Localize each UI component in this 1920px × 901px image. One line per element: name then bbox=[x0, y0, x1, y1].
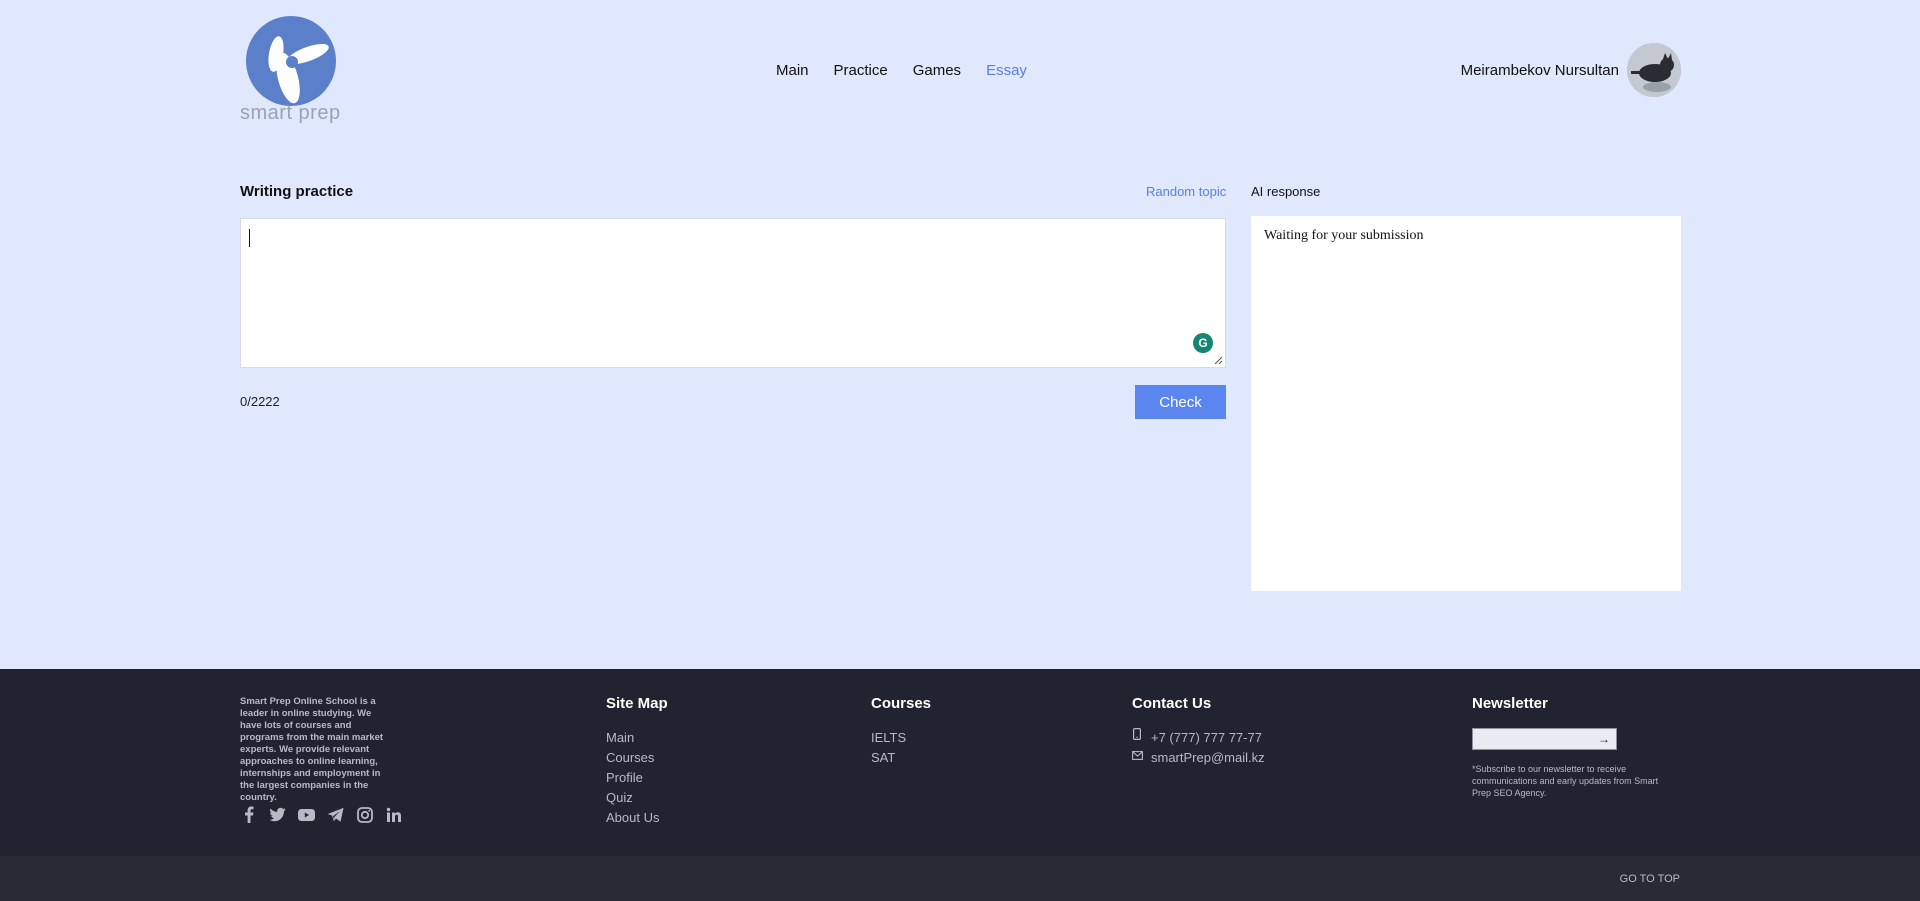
footer-bottom-bar: GO TO TOP bbox=[0, 856, 1920, 901]
footer: Smart Prep Online School is a leader in … bbox=[0, 669, 1920, 856]
nav-main[interactable]: Main bbox=[776, 62, 809, 79]
newsletter-email-input[interactable] bbox=[1473, 729, 1592, 749]
footer-newsletter: Newsletter → *Subscribe to our newslette… bbox=[1472, 695, 1677, 799]
sitemap-link-main[interactable]: Main bbox=[606, 728, 668, 748]
main-nav: Main Practice Games Essay bbox=[776, 62, 1027, 79]
telegram-icon[interactable] bbox=[327, 806, 344, 823]
sitemap-title: Site Map bbox=[606, 695, 668, 712]
writing-practice-title: Writing practice bbox=[240, 183, 354, 200]
ai-response-text: Waiting for your submission bbox=[1264, 228, 1424, 243]
nav-practice[interactable]: Practice bbox=[834, 62, 888, 79]
ai-response-title: AI response bbox=[1251, 184, 1321, 199]
user-profile[interactable]: Meirambekov Nursultan bbox=[1461, 43, 1681, 97]
logo-text: smart prep bbox=[240, 102, 341, 124]
course-link-sat[interactable]: SAT bbox=[871, 748, 931, 768]
nav-essay[interactable]: Essay bbox=[986, 62, 1027, 79]
sitemap-link-courses[interactable]: Courses bbox=[606, 748, 668, 768]
go-to-top-link[interactable]: GO TO TOP bbox=[1620, 873, 1680, 885]
contact-email-text: smartPrep@mail.kz bbox=[1151, 750, 1265, 765]
course-link-ielts[interactable]: IELTS bbox=[871, 728, 931, 748]
newsletter-title: Newsletter bbox=[1472, 695, 1548, 712]
logo-mark bbox=[246, 16, 336, 106]
contact-phone-text: +7 (777) 777 77-77 bbox=[1151, 730, 1262, 745]
twitter-icon[interactable] bbox=[269, 806, 286, 823]
footer-sitemap: Site Map Main Courses Profile Quiz About… bbox=[606, 695, 668, 828]
phone-icon bbox=[1132, 728, 1142, 748]
user-name: Meirambekov Nursultan bbox=[1460, 61, 1619, 79]
facebook-icon[interactable] bbox=[240, 806, 257, 823]
essay-textarea[interactable]: G bbox=[240, 218, 1226, 368]
resize-handle-icon[interactable] bbox=[1213, 355, 1223, 365]
avatar[interactable] bbox=[1627, 43, 1681, 97]
newsletter-note: *Subscribe to our newsletter to receive … bbox=[1472, 764, 1659, 798]
ai-response-panel: Waiting for your submission bbox=[1251, 216, 1681, 591]
text-caret bbox=[249, 229, 250, 247]
newsletter-form: → bbox=[1472, 728, 1617, 750]
random-topic-link[interactable]: Random topic bbox=[1146, 184, 1226, 199]
contact-email[interactable]: smartPrep@mail.kz bbox=[1132, 748, 1265, 768]
contact-title: Contact Us bbox=[1132, 695, 1212, 712]
footer-courses: Courses IELTS SAT bbox=[871, 695, 931, 768]
arrow-right-icon[interactable]: → bbox=[1592, 729, 1616, 749]
mail-icon bbox=[1132, 748, 1143, 768]
instagram-icon[interactable] bbox=[356, 806, 373, 823]
youtube-icon[interactable] bbox=[298, 806, 315, 823]
character-counter: 0/2222 bbox=[240, 394, 280, 409]
social-links bbox=[240, 806, 402, 823]
courses-title: Courses bbox=[871, 695, 932, 712]
sitemap-link-about-us[interactable]: About Us bbox=[606, 808, 668, 828]
linkedin-icon[interactable] bbox=[385, 806, 402, 823]
grammarly-icon[interactable]: G bbox=[1193, 333, 1213, 353]
logo[interactable]: smart prep bbox=[240, 16, 346, 126]
nav-games[interactable]: Games bbox=[913, 62, 961, 79]
check-button[interactable]: Check bbox=[1135, 385, 1226, 419]
footer-contact: Contact Us +7 (777) 777 77-77 smartPrep@… bbox=[1132, 695, 1265, 768]
footer-about: Smart Prep Online School is a leader in … bbox=[240, 696, 384, 803]
contact-phone[interactable]: +7 (777) 777 77-77 bbox=[1132, 728, 1265, 748]
sitemap-link-quiz[interactable]: Quiz bbox=[606, 788, 668, 808]
sitemap-link-profile[interactable]: Profile bbox=[606, 768, 668, 788]
